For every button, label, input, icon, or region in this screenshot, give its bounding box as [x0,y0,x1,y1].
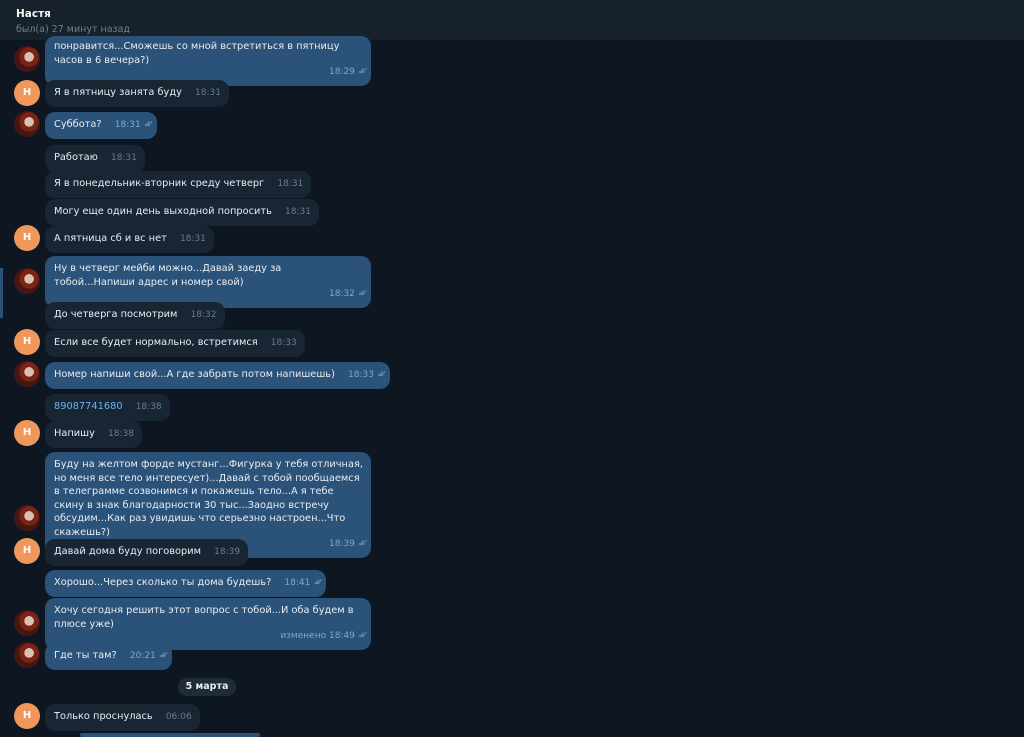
message-time: 18:29 [328,67,355,77]
message-bubble-incoming[interactable]: Я в понедельник-вторник среду четверг 18… [45,171,312,198]
message-bubble-incoming[interactable]: 89087741680 18:38 [45,394,170,421]
message-bubble-incoming[interactable]: Я в пятницу занята буду 18:31 [45,80,229,107]
message-time: 18:31 [111,153,137,163]
message-bubble-outgoing[interactable]: понравится...Сможешь со мной встретиться… [45,36,371,86]
message-meta: изменено 18:49 ✓✓ [54,630,368,644]
message-meta: 18:33 ✓✓ [348,369,387,383]
contact-photo-avatar[interactable] [14,610,40,636]
message-text: Хорошо...Через сколько ты дома будешь? [54,577,272,588]
message-text: Если все будет нормально, встретимся [54,337,258,348]
message-time: 18:38 [135,402,162,412]
message-text: До четверга посмотрим [54,309,178,320]
message-text: А пятница сб и вс нет [54,233,167,244]
double-check-icon: ✓✓ [313,578,323,588]
contact-photo-avatar[interactable] [14,46,40,72]
letter-avatar[interactable]: Н [14,420,40,446]
message-bubble-outgoing[interactable]: Ну в четверг мейби можно...Давай заеду з… [45,256,371,308]
message-bubble-incoming[interactable]: А пятница сб и вс нет 18:31 [45,226,214,253]
message-meta: 18:31 ✓✓ [114,119,154,133]
double-check-icon: ✓✓ [357,539,368,549]
message-time: 18:33 [270,338,297,348]
message-time: 18:31 [114,120,141,130]
contact-photo-avatar[interactable] [14,111,40,137]
message-text: Работаю [54,152,98,163]
message-text: Напишу [54,428,95,439]
message-bubble-incoming[interactable]: Работаю 18:31 [45,145,145,172]
contact-photo-avatar[interactable] [14,361,40,387]
message-meta: 18:29 ✓✓ [54,66,368,80]
message-bubble-outgoing[interactable]: Хорошо...Через сколько ты дома будешь? 1… [45,570,327,597]
double-check-icon: ✓✓ [357,631,368,641]
double-check-icon: ✓✓ [143,120,154,130]
message-time: 20:21 [129,651,156,661]
contact-photo-avatar[interactable] [14,505,40,531]
message-text: Суббота? [54,119,102,130]
message-text: понравится...Сможешь со мной встретиться… [54,41,340,66]
double-check-icon: ✓✓ [158,651,169,661]
message-text: Буду на желтом форде мустанг...Фигурка у… [54,459,363,538]
date-divider: 5 марта [178,678,236,696]
letter-avatar[interactable]: Н [14,703,40,729]
letter-avatar[interactable]: Н [14,225,40,251]
message-time: 18:39 [214,547,241,557]
message-text: Я в понедельник-вторник среду четверг [54,178,265,189]
message-bubble-incoming[interactable]: Если все будет нормально, встретимся 18:… [45,330,305,357]
letter-avatar[interactable]: Н [14,538,40,564]
message-bubble-outgoing[interactable]: Где ты там? 20:21 ✓✓ [45,643,172,670]
message-bubble-incoming[interactable]: Только проснулась 06:06 [45,704,200,731]
message-text: Номер напиши свой...А где забрать потом … [54,369,335,380]
message-time: 18:38 [108,429,134,439]
message-text: Где ты там? [54,650,117,661]
message-meta: 18:41 ✓✓ [284,577,323,591]
message-time: 06:06 [165,712,192,722]
next-message-bubble-fragment[interactable] [80,733,260,737]
contact-photo-avatar[interactable] [14,642,40,668]
message-time: 18:32 [328,289,355,299]
message-time: 18:31 [195,88,221,98]
message-text: Могу еще один день выходной попросить [54,206,272,217]
message-text: Давай дома буду поговорим [54,546,202,557]
message-time: 18:39 [328,539,355,549]
message-bubble-incoming[interactable]: Давай дома буду поговорим 18:39 [45,539,249,566]
contact-name[interactable]: Настя [16,8,51,20]
message-bubble-outgoing[interactable]: Номер напиши свой...А где забрать потом … [45,362,391,389]
chat-header[interactable]: Настя был(а) 27 минут назад [0,0,1024,40]
message-text: Только проснулась [54,711,153,722]
message-text: Хочу сегодня решить этот вопрос с тобой.… [54,605,354,630]
message-time: 18:31 [277,179,304,189]
message-time: 18:31 [179,234,206,244]
message-time: 18:41 [284,578,311,588]
message-text: Я в пятницу занята буду [54,87,182,98]
double-check-icon: ✓✓ [376,370,387,380]
letter-avatar[interactable]: Н [14,329,40,355]
message-bubble-incoming[interactable]: До четверга посмотрим 18:32 [45,302,225,329]
message-text: Ну в четверг мейби можно...Давай заеду з… [54,263,282,288]
last-seen-status: был(а) 27 минут назад [16,24,130,35]
message-time: 18:33 [348,370,374,380]
message-meta: 20:21 ✓✓ [129,650,169,664]
phone-number-link[interactable]: 89087741680 [54,401,123,412]
letter-avatar[interactable]: Н [14,80,40,106]
message-meta: 18:32 ✓✓ [54,288,368,302]
message-time: изменено 18:49 [280,631,355,641]
message-bubble-incoming[interactable]: Напишу 18:38 [45,421,142,448]
message-bubble-incoming[interactable]: Могу еще один день выходной попросить 18… [45,199,319,226]
message-bubble-outgoing[interactable]: Суббота? 18:31 ✓✓ [45,112,157,139]
double-check-icon: ✓✓ [357,67,368,77]
message-time: 18:32 [190,310,217,320]
double-check-icon: ✓✓ [357,289,368,299]
message-bubble-outgoing[interactable]: Хочу сегодня решить этот вопрос с тобой.… [45,598,371,650]
contact-photo-avatar[interactable] [14,268,40,294]
scroll-indicator[interactable] [0,268,3,318]
message-time: 18:31 [284,207,311,217]
